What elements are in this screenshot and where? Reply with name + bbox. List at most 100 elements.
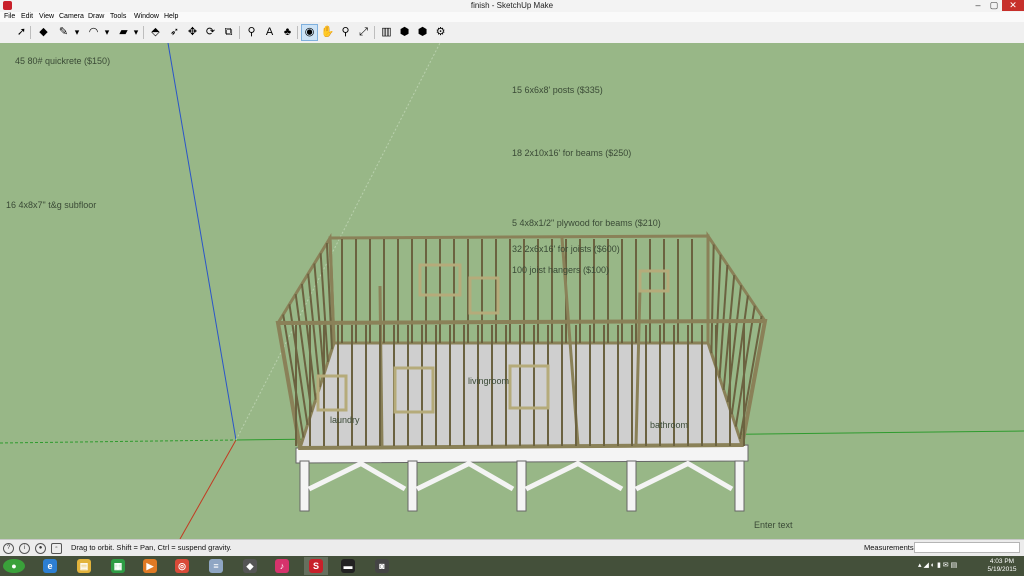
right-wall-stud [710, 244, 715, 354]
rectangle-dropdown[interactable]: ▾ [131, 25, 141, 40]
system-clock[interactable]: 4:03 PM 5/19/2015 [982, 558, 1022, 574]
post [299, 460, 310, 512]
geo-location-icon[interactable]: i [19, 543, 30, 554]
note-joists[interactable]: 32 2x6x16' for joists ($600) [512, 244, 620, 254]
camera-icon[interactable]: ◙ [370, 557, 394, 575]
warehouse-tool[interactable]: ▥ [379, 25, 394, 40]
post [734, 460, 745, 512]
note-subfloor[interactable]: 16 4x8x7" t&g subfloor [6, 200, 96, 210]
red-axis [179, 439, 237, 539]
post [516, 460, 527, 512]
tray-icons[interactable]: ▴ ◢ ◐ ▮ ✉ ▤ [918, 556, 957, 576]
menu-window[interactable]: Window [134, 12, 159, 22]
sketchup-taskbar-icon[interactable]: S [304, 557, 328, 575]
orbit-tool[interactable]: ◉ [301, 24, 318, 41]
menu-help[interactable]: Help [164, 12, 178, 22]
toolbar-separator [239, 26, 240, 39]
minimize-button[interactable]: – [970, 0, 986, 11]
media-player-icon-glyph: ▶ [143, 559, 157, 573]
rectangle-tool[interactable]: ▰ [116, 25, 131, 40]
chrome-icon-glyph: ◎ [175, 559, 189, 573]
model-scene [0, 43, 1024, 539]
itunes-icon[interactable]: ♪ [270, 557, 294, 575]
toolbar-separator [30, 26, 31, 39]
help-icon[interactable]: ? [3, 543, 14, 554]
status-hint: Drag to orbit. Shift = Pan, Ctrl = suspe… [71, 543, 232, 552]
itunes-icon-glyph: ♪ [275, 559, 289, 573]
file-explorer-icon[interactable]: ▤ [72, 557, 96, 575]
zoom-extents-tool[interactable]: ⤢ [356, 25, 371, 40]
media-player-icon[interactable]: ▶ [138, 557, 162, 575]
menu-draw[interactable]: Draw [88, 12, 104, 22]
store-icon[interactable]: ▦ [106, 557, 130, 575]
camera-icon-glyph: ◙ [375, 559, 389, 573]
status-bar: ? i ● ▫ Drag to orbit. Shift = Pan, Ctrl… [0, 539, 1024, 556]
rotate-tool[interactable]: ⟳ [203, 25, 218, 40]
app-icon[interactable]: ◆ [238, 557, 262, 575]
zoom-tool[interactable]: ⚲ [338, 25, 353, 40]
menu-edit[interactable]: Edit [21, 12, 33, 22]
store-icon-glyph: ▦ [111, 559, 125, 573]
close-button[interactable]: ✕ [1002, 0, 1024, 11]
clock-time: 4:03 PM [989, 558, 1015, 565]
label-laundry[interactable]: laundry [330, 415, 360, 425]
line-dropdown[interactable]: ▾ [72, 25, 82, 40]
menu-tools[interactable]: Tools [110, 12, 126, 22]
menu-camera[interactable]: Camera [59, 12, 84, 22]
blue-axis [167, 43, 237, 441]
move-tool[interactable]: ✥ [185, 25, 200, 40]
maximize-button[interactable]: ▢ [986, 0, 1002, 11]
push-pull-tool[interactable]: ⬘ [148, 25, 163, 40]
extension-warehouse-tool[interactable]: ⬢ [397, 25, 412, 40]
support-posts [299, 460, 745, 512]
chrome-icon[interactable]: ◎ [170, 557, 194, 575]
window-frame [468, 276, 500, 315]
drawing-viewport[interactable]: 45 80# quickrete ($150) 15 6x6x8' posts … [0, 43, 1024, 539]
start-button[interactable]: ● [2, 557, 26, 575]
note-plywood[interactable]: 5 4x8x1/2" plywood for beams ($210) [512, 218, 661, 228]
enter-text-label[interactable]: Enter text [754, 520, 793, 530]
post-brace [634, 460, 691, 492]
follow-me-tool[interactable]: ➶ [167, 25, 182, 40]
toolbar: ➚ ◆ ✎ ▾ ◠ ▾ ▰ ▾ ⬘ ➶ ✥ ⟳ ⧉ ⚲ A ♣ ◉ ✋ ⚲ ⤢ ▥ ⬢ ⬢ ⚙ [0, 22, 1024, 44]
send-to-layout-tool[interactable]: ⬢ [415, 25, 430, 40]
eraser-tool[interactable]: ◆ [36, 25, 51, 40]
menu-file[interactable]: File [4, 12, 15, 22]
pan-tool[interactable]: ✋ [320, 25, 335, 40]
toolbar-separator [143, 26, 144, 39]
note-joist-hangers[interactable]: 100 joist hangers ($100) [512, 265, 609, 275]
note-beams[interactable]: 18 2x10x16' for beams ($250) [512, 148, 631, 158]
select-tool[interactable]: ➚ [14, 25, 29, 40]
instructor-icon[interactable]: ▫ [51, 543, 62, 554]
post [407, 460, 418, 512]
toolbar-separator [297, 26, 298, 39]
label-bathroom[interactable]: bathroom [650, 420, 688, 430]
terminal-icon[interactable]: ▬ [336, 557, 360, 575]
tape-measure-tool[interactable]: ⚲ [244, 25, 259, 40]
note-posts[interactable]: 15 6x6x8' posts ($335) [512, 85, 603, 95]
scale-tool[interactable]: ⧉ [221, 25, 236, 40]
title-bar: finish - SketchUp Make – ▢ ✕ [0, 0, 1024, 12]
menu-view[interactable]: View [39, 12, 54, 22]
line-tool[interactable]: ✎ [56, 25, 71, 40]
ie-icon[interactable]: e [38, 557, 62, 575]
menu-bar: File Edit View Camera Draw Tools Window … [0, 12, 1024, 22]
app-icon-glyph: ◆ [243, 559, 257, 573]
file-explorer-icon-glyph: ▤ [77, 559, 91, 573]
sketchup-taskbar-icon-glyph: S [309, 559, 323, 573]
label-livingroom[interactable]: livingroom [468, 376, 509, 386]
toolbar-separator [374, 26, 375, 39]
clock-date: 5/19/2015 [987, 566, 1017, 573]
paint-bucket-tool[interactable]: ♣ [280, 25, 295, 40]
extension-manager-tool[interactable]: ⚙ [433, 25, 448, 40]
text-tool[interactable]: A [262, 25, 277, 40]
user-icon[interactable]: ● [35, 543, 46, 554]
note-quickrete[interactable]: 45 80# quickrete ($150) [15, 56, 110, 66]
green-axis-negative [0, 439, 237, 444]
arc-dropdown[interactable]: ▾ [102, 25, 112, 40]
arc-tool[interactable]: ◠ [86, 25, 101, 40]
notepad-icon[interactable]: ≡ [204, 557, 228, 575]
left-wall-stud [300, 283, 317, 400]
post [626, 460, 637, 512]
measurements-input[interactable] [914, 542, 1020, 553]
